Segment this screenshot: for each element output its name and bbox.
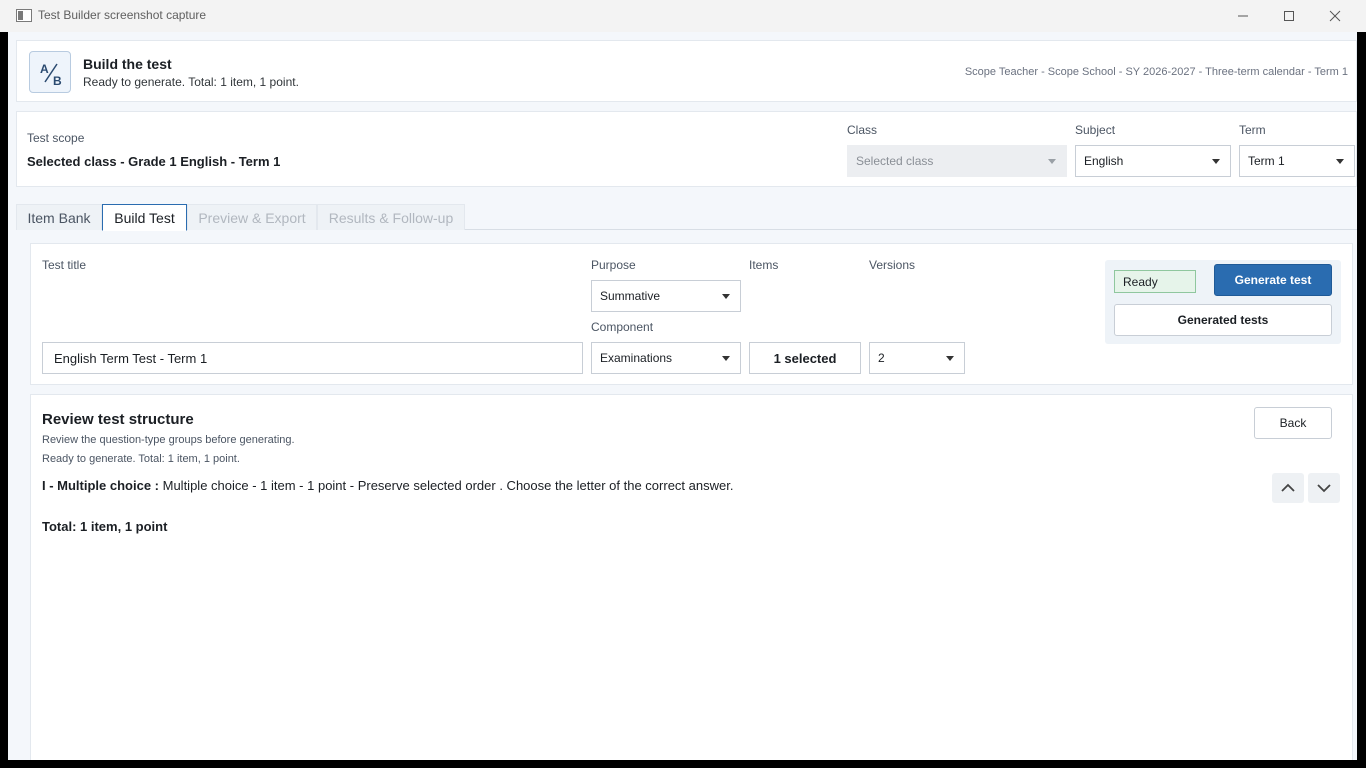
review-title: Review test structure [42, 411, 194, 428]
generate-test-button[interactable]: Generate test [1214, 264, 1332, 296]
subject-select[interactable]: English [1075, 145, 1231, 177]
class-select-value: Selected class [856, 154, 934, 168]
tab-item-bank[interactable]: Item Bank [16, 204, 102, 230]
subject-select-value: English [1084, 154, 1124, 168]
class-select: Selected class [847, 145, 1067, 177]
component-label: Component [591, 320, 654, 334]
move-up-button[interactable] [1272, 473, 1304, 503]
page-title: Build the test [83, 56, 172, 72]
window-title: Test Builder screenshot capture [38, 8, 207, 22]
generated-tests-button[interactable]: Generated tests [1114, 304, 1332, 336]
component-select[interactable]: Examinations [591, 342, 741, 374]
tab-build-test[interactable]: Build Test [102, 204, 187, 231]
chevron-up-icon [1281, 483, 1295, 492]
question-group-name: I - Multiple choice : [42, 478, 160, 493]
scope-value: Selected class - Grade 1 English - Term … [27, 154, 281, 169]
scope-panel: Test scope Selected class - Grade 1 Engl… [16, 111, 1357, 187]
chevron-down-icon [722, 294, 730, 299]
maximize-icon[interactable] [1266, 0, 1312, 32]
minimize-icon[interactable] [1220, 0, 1266, 32]
chevron-down-icon [722, 356, 730, 361]
review-subtitle: Review the question-type groups before g… [42, 434, 295, 446]
title-bar: Test Builder screenshot capture [0, 0, 1366, 32]
app-content: A B Build the test Ready to generate. To… [8, 32, 1357, 760]
back-button[interactable]: Back [1254, 407, 1332, 439]
versions-select-value: 2 [878, 351, 885, 365]
test-title-input[interactable]: English Term Test - Term 1 [42, 342, 583, 374]
review-panel: Review test structure Review the questio… [30, 394, 1353, 760]
class-label: Class [847, 123, 878, 137]
chevron-down-icon [946, 356, 954, 361]
scope-label: Test scope [27, 131, 85, 145]
versions-select[interactable]: 2 [869, 342, 965, 374]
purpose-select-value: Summative [600, 289, 661, 303]
action-panel: Ready Generate test Generated tests [1105, 260, 1341, 344]
chevron-down-icon [1317, 484, 1331, 493]
app-icon [16, 9, 32, 22]
total-summary: Total: 1 item, 1 point [42, 519, 168, 534]
component-select-value: Examinations [600, 351, 673, 365]
term-select-value: Term 1 [1248, 154, 1285, 168]
items-label: Items [749, 258, 779, 272]
svg-text:B: B [53, 74, 62, 88]
app-window: Test Builder screenshot capture A B Buil… [0, 0, 1366, 768]
subject-label: Subject [1075, 123, 1116, 137]
test-title-label: Test title [42, 258, 87, 272]
context-info: Scope Teacher - Scope School - SY 2026-2… [964, 66, 1348, 78]
logo: A B [29, 51, 71, 93]
term-label: Term [1239, 123, 1266, 137]
purpose-label: Purpose [591, 258, 636, 272]
review-status: Ready to generate. Total: 1 item, 1 poin… [42, 453, 240, 465]
question-group-row: I - Multiple choice : Multiple choice - … [42, 478, 733, 493]
close-icon[interactable] [1312, 0, 1358, 32]
status-badge: Ready [1114, 270, 1196, 293]
versions-label: Versions [869, 258, 916, 272]
page-header: A B Build the test Ready to generate. To… [16, 40, 1357, 102]
test-settings-panel: Test title English Term Test - Term 1 Pu… [30, 243, 1353, 385]
tab-results-follow-up: Results & Follow-up [317, 204, 465, 230]
items-selector-button[interactable]: 1 selected [749, 342, 861, 374]
question-group-details: Multiple choice - 1 item - 1 point - Pre… [159, 478, 734, 493]
term-select[interactable]: Term 1 [1239, 145, 1355, 177]
chevron-down-icon [1048, 159, 1056, 164]
move-down-button[interactable] [1308, 473, 1340, 503]
page-subtitle: Ready to generate. Total: 1 item, 1 poin… [83, 75, 299, 89]
chevron-down-icon [1336, 159, 1344, 164]
tab-preview-export: Preview & Export [187, 204, 317, 230]
purpose-select[interactable]: Summative [591, 280, 741, 312]
chevron-down-icon [1212, 159, 1220, 164]
svg-text:A: A [40, 62, 49, 76]
